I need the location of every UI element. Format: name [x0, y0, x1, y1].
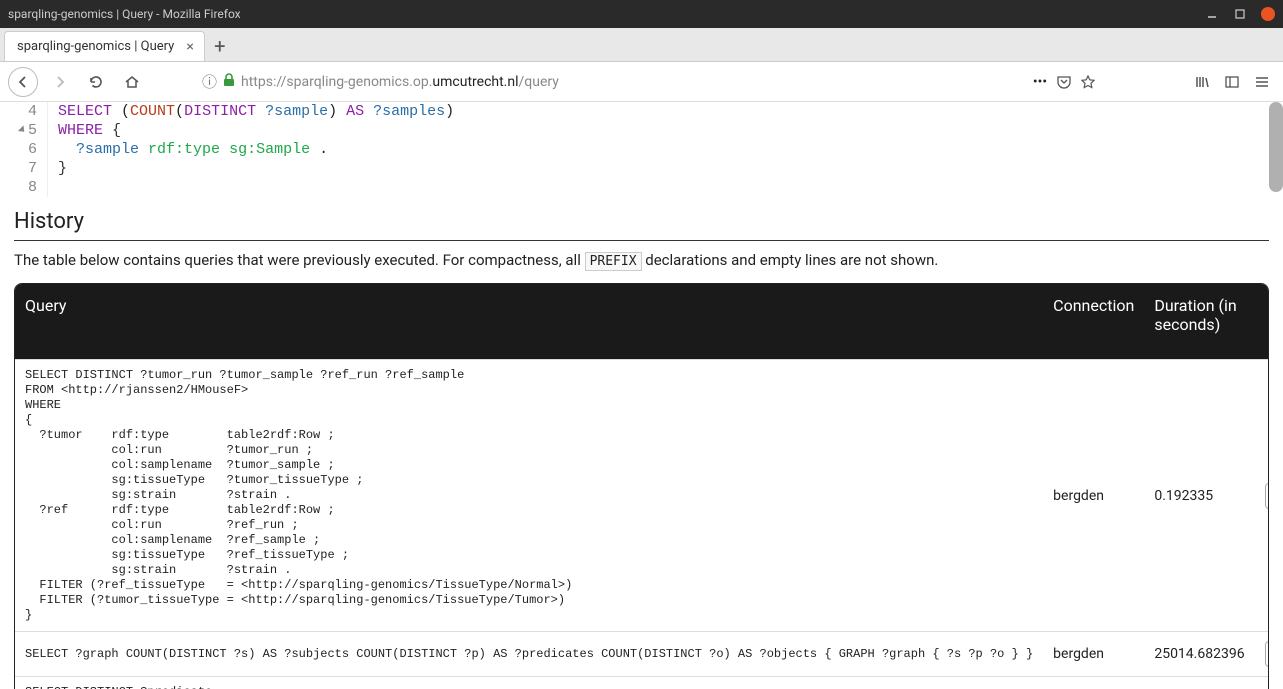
history-table: Query Connection Duration (in seconds) A… [14, 283, 1269, 689]
browser-tabbar: sparqling-genomics | Query × + [0, 28, 1283, 62]
window-titlebar: sparqling-genomics | Query - Mozilla Fir… [0, 0, 1283, 28]
col-actions: Actions Remove unselected [1255, 284, 1269, 360]
forward-button [46, 68, 74, 96]
sidebar-icon[interactable] [1223, 73, 1241, 91]
bookmark-star-icon[interactable] [1079, 73, 1097, 91]
lock-icon [223, 73, 235, 91]
url-bar[interactable]: ⓘ https://sparqling-genomics.op.umcutrec… [194, 67, 1105, 97]
back-button[interactable] [8, 67, 38, 97]
line-gutter: 4 5 6 7 8 [0, 102, 48, 197]
menu-icon[interactable] [1253, 73, 1271, 91]
fold-icon[interactable] [18, 125, 27, 134]
page-content: 4 5 6 7 8 SELECT (COUNT(DISTINCT ?sample… [0, 102, 1283, 689]
history-heading: History [14, 209, 1269, 234]
select-checkbox[interactable]: ✔ [1265, 641, 1269, 667]
code-editor[interactable]: 4 5 6 7 8 SELECT (COUNT(DISTINCT ?sample… [0, 102, 1269, 197]
col-duration: Duration (in seconds) [1144, 284, 1254, 360]
browser-tab[interactable]: sparqling-genomics | Query × [4, 31, 205, 61]
remove-unselected-link[interactable]: Remove unselected [1265, 315, 1269, 347]
query-cell: SELECT ?graph COUNT(DISTINCT ?s) AS ?sub… [15, 632, 1043, 677]
table-row: SELECT ?graph COUNT(DISTINCT ?s) AS ?sub… [15, 632, 1269, 677]
library-icon[interactable] [1193, 73, 1211, 91]
minimize-icon[interactable] [1205, 7, 1219, 21]
tab-close-icon[interactable]: × [186, 39, 193, 55]
scrollbar[interactable] [1269, 102, 1283, 192]
connection-cell: bergden [1043, 360, 1144, 632]
col-connection: Connection [1043, 284, 1144, 360]
history-intro: The table below contains queries that we… [14, 251, 1269, 269]
home-button[interactable] [118, 68, 146, 96]
maximize-icon[interactable] [1233, 7, 1247, 21]
window-title: sparqling-genomics | Query - Mozilla Fir… [8, 7, 1205, 21]
connection-cell: bergden [1043, 632, 1144, 677]
query-cell: SELECT DISTINCT ?predicate WHERE { GRAPH… [15, 677, 1043, 689]
duration-cell: 0.192335 [1144, 360, 1254, 632]
duration-cell: 25014.682396 [1144, 632, 1254, 677]
connection-cell [1043, 677, 1144, 689]
browser-navbar: ⓘ https://sparqling-genomics.op.umcutrec… [0, 62, 1283, 102]
prefix-tag: PREFIX [585, 252, 642, 271]
close-icon[interactable] [1261, 7, 1275, 21]
reload-button[interactable] [82, 68, 110, 96]
new-tab-button[interactable]: + [205, 31, 235, 61]
duration-cell [1144, 677, 1254, 689]
table-row: SELECT DISTINCT ?predicate WHERE { GRAPH… [15, 677, 1269, 689]
col-query: Query [15, 284, 1043, 360]
pocket-icon[interactable] [1055, 73, 1073, 91]
tab-label: sparqling-genomics | Query [17, 39, 174, 54]
site-info-icon[interactable]: ⓘ [202, 71, 217, 92]
code-area[interactable]: SELECT (COUNT(DISTINCT ?sample) AS ?samp… [48, 102, 1269, 197]
query-cell: SELECT DISTINCT ?tumor_run ?tumor_sample… [15, 360, 1043, 632]
table-row: SELECT DISTINCT ?tumor_run ?tumor_sample… [15, 360, 1269, 632]
page-actions-icon[interactable]: ••• [1031, 73, 1049, 91]
url-text: https://sparqling-genomics.op.umcutrecht… [241, 74, 1025, 90]
select-checkbox[interactable]: ✔ [1265, 483, 1269, 509]
